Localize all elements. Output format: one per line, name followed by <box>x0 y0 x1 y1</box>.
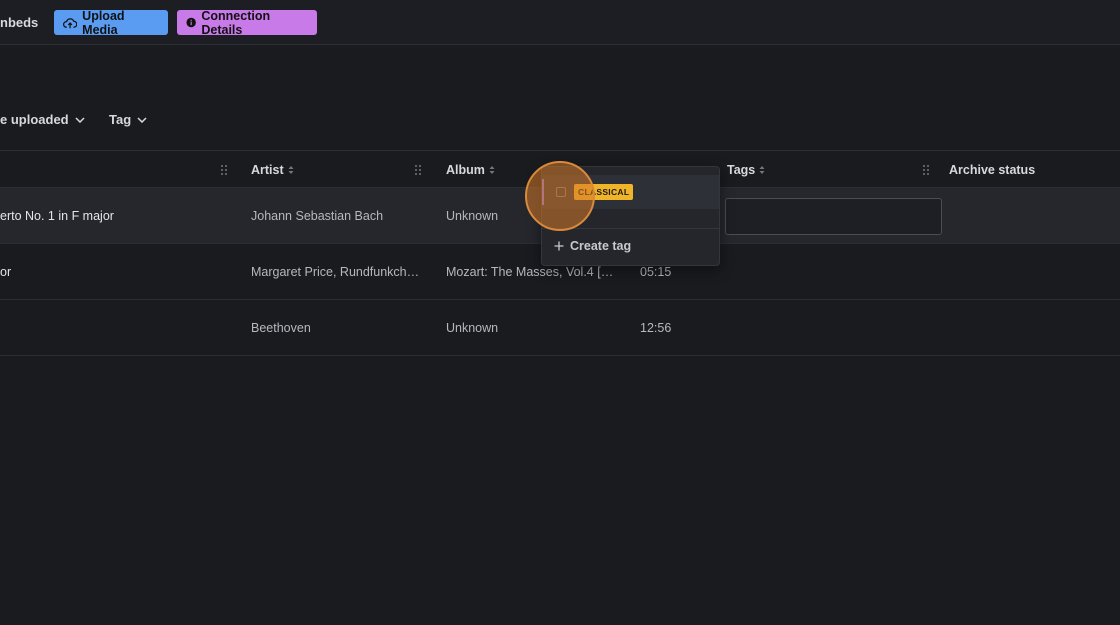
embeds-nav-label[interactable]: nbeds <box>0 15 38 30</box>
date-uploaded-filter-label: e uploaded <box>0 112 69 127</box>
tag-filter-label: Tag <box>109 112 132 127</box>
drag-handle-icon[interactable] <box>922 164 930 176</box>
cell-duration: 12:56 <box>640 321 672 335</box>
sort-icon <box>759 166 765 174</box>
drag-handle-icon[interactable] <box>220 164 228 176</box>
column-header-archive-status-label: Archive status <box>949 163 1036 177</box>
upload-media-button[interactable]: Upload Media <box>54 8 168 37</box>
cell-artist: Margaret Price, Rundfunkchor... <box>251 265 423 279</box>
column-header-archive-status[interactable]: Archive status <box>949 163 1035 177</box>
top-bar: nbeds Upload Media Connection Details <box>0 0 1120 45</box>
column-header-album-label: Album <box>446 163 485 177</box>
info-icon <box>186 17 196 28</box>
sort-icon <box>288 166 294 174</box>
column-header-tags[interactable]: Tags <box>727 163 765 177</box>
create-tag-label: Create tag <box>570 239 632 253</box>
cell-duration: 05:15 <box>640 265 672 279</box>
cell-album: Unknown <box>446 321 499 335</box>
connection-details-label: Connection Details <box>201 8 271 37</box>
upload-media-label: Upload Media <box>82 8 125 37</box>
table-row[interactable]: Beethoven Unknown 12:56 <box>0 300 1120 356</box>
plus-icon <box>554 241 564 251</box>
date-uploaded-filter[interactable]: e uploaded <box>0 112 85 127</box>
sort-icon <box>489 166 495 174</box>
tag-search-input[interactable] <box>725 198 942 235</box>
tag-filter[interactable]: Tag <box>109 112 147 127</box>
drag-handle-icon[interactable] <box>414 164 422 176</box>
column-header-artist-label: Artist <box>251 163 284 177</box>
column-header-artist[interactable]: Artist <box>251 163 294 177</box>
tag-badge: CLASSICAL <box>574 184 634 200</box>
tag-checkbox[interactable] <box>556 187 566 197</box>
cell-album: Mozart: The Masses, Vol.4 [Dis... <box>446 265 618 279</box>
cell-artist: Beethoven <box>251 321 311 335</box>
cell-title: or <box>0 265 12 279</box>
tag-dropdown: CLASSICAL Create tag <box>541 166 720 266</box>
dropdown-divider <box>542 228 719 229</box>
tag-option-classical[interactable]: CLASSICAL <box>542 175 719 209</box>
column-header-album[interactable]: Album <box>446 163 495 177</box>
cell-artist: Johann Sebastian Bach <box>251 209 384 223</box>
chevron-down-icon <box>75 116 85 123</box>
create-tag-button[interactable]: Create tag <box>554 239 631 253</box>
chevron-down-icon <box>137 116 147 123</box>
column-header-tags-label: Tags <box>727 163 756 177</box>
cell-title: erto No. 1 in F major <box>0 209 114 223</box>
connection-details-button[interactable]: Connection Details <box>177 8 317 37</box>
cloud-upload-icon <box>63 17 78 28</box>
